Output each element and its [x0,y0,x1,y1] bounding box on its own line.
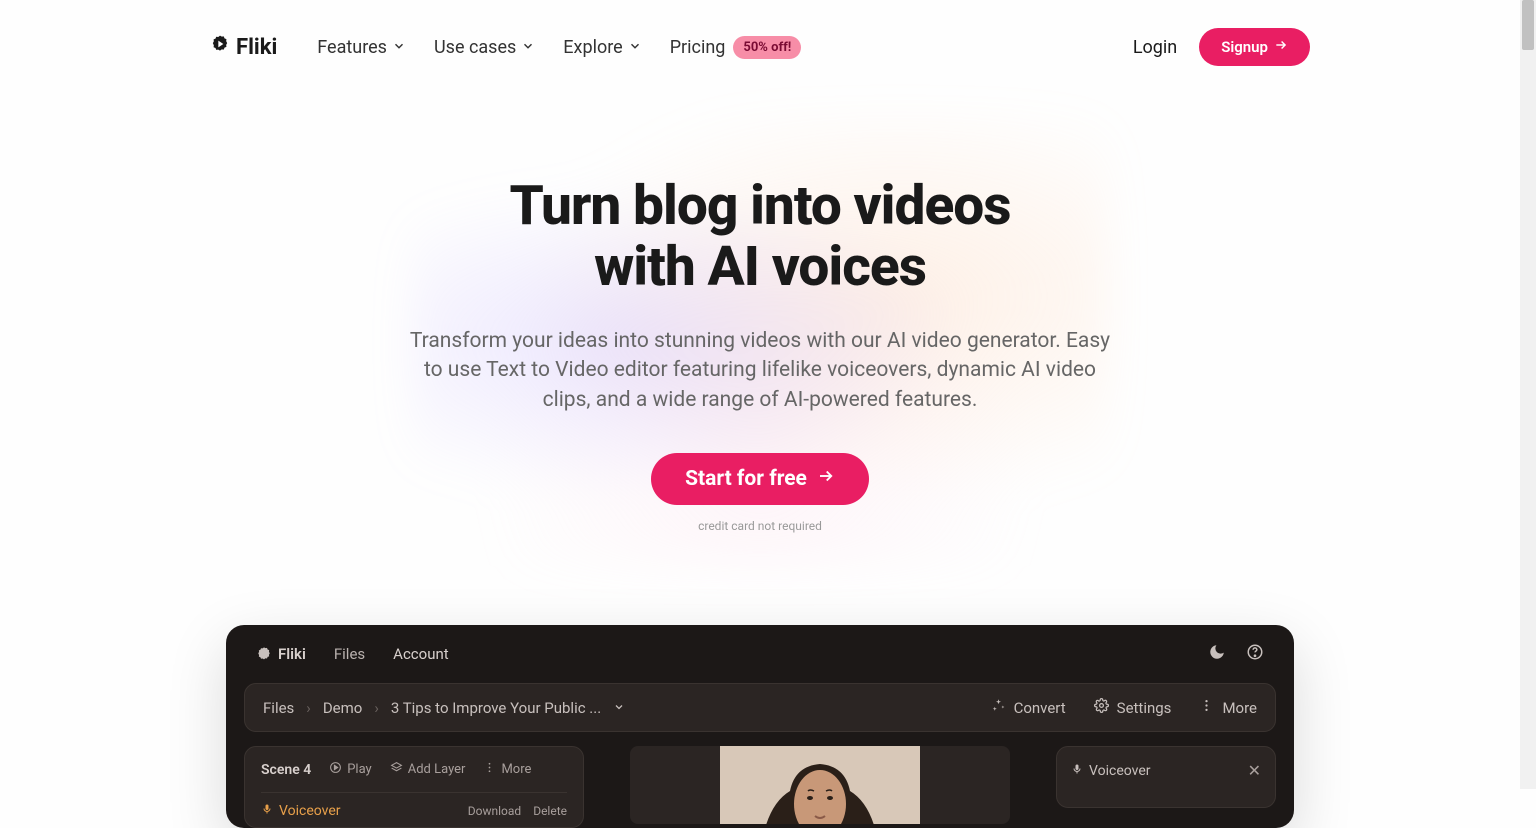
download-link[interactable]: Download [468,804,521,818]
logo-icon [210,34,230,60]
breadcrumb-file[interactable]: 3 Tips to Improve Your Public ... [391,699,601,717]
nav-features[interactable]: Features [317,37,406,58]
play-button[interactable]: Play [329,761,372,778]
chevron-down-icon [628,37,642,58]
person-image [720,746,920,824]
app-nav-files[interactable]: Files [334,645,365,663]
help-icon[interactable] [1246,643,1264,665]
dots-vertical-icon [483,761,496,778]
app-nav: Fliki Files Account [226,625,1294,683]
play-icon [329,761,342,778]
nav-pricing[interactable]: Pricing 50% off! [670,36,802,59]
toolbar-settings[interactable]: Settings [1094,698,1172,717]
voiceover-row: Voiceover Download Delete [261,792,567,819]
video-frame[interactable] [630,746,1010,824]
cta-note: credit card not required [0,519,1520,533]
app-preview: Fliki Files Account Files › Demo › 3 Tip… [226,625,1294,828]
scrollbar-thumb[interactable] [1522,0,1534,50]
add-layer-button[interactable]: Add Layer [390,761,466,778]
close-icon[interactable]: ✕ [1248,761,1261,780]
app-logo[interactable]: Fliki [256,645,306,663]
video-preview [600,746,1040,828]
site-header: Fliki Features Use cases Explore Pricing… [0,0,1520,66]
chevron-right-icon: › [374,699,379,717]
voiceover-panel: Voiceover ✕ [1056,746,1276,808]
breadcrumb-folder[interactable]: Demo [323,699,363,717]
chevron-down-icon [521,37,535,58]
main-nav: Features Use cases Explore Pricing 50% o… [317,36,801,59]
logo-icon [256,646,272,662]
toolbar-convert[interactable]: Convert [991,698,1066,717]
chevron-right-icon: › [306,699,311,717]
arrow-right-icon [817,467,835,491]
panel-more-button[interactable]: More [483,761,531,778]
dots-vertical-icon [1199,698,1214,717]
scrollbar[interactable] [1520,0,1536,789]
signup-button[interactable]: Signup [1199,28,1310,66]
mic-icon [1071,763,1083,779]
layers-icon [390,761,403,778]
login-button[interactable]: Login [1133,37,1177,58]
gear-icon [1094,698,1109,717]
voiceover-label[interactable]: Voiceover [261,803,340,819]
scene-panel: Scene 4 Play Add Layer More [244,746,584,828]
voiceover-panel-label: Voiceover [1071,763,1150,779]
nav-explore[interactable]: Explore [563,37,641,58]
breadcrumb: Files › Demo › 3 Tips to Improve Your Pu… [263,699,625,717]
hero-subtitle: Transform your ideas into stunning video… [400,327,1120,415]
app-nav-account[interactable]: Account [393,645,449,663]
pricing-badge: 50% off! [733,36,801,59]
toolbar-more[interactable]: More [1199,698,1257,717]
scene-label: Scene 4 [261,762,311,778]
cta-start-free-button[interactable]: Start for free [651,453,869,505]
chevron-down-icon[interactable] [613,699,625,717]
app-panels: Scene 4 Play Add Layer More [226,732,1294,828]
sparkle-icon [991,698,1006,717]
mic-icon [261,803,273,819]
logo[interactable]: Fliki [210,34,277,60]
breadcrumb-root[interactable]: Files [263,699,294,717]
hero-section: Turn blog into videos with AI voices Tra… [0,66,1520,533]
moon-icon[interactable] [1208,643,1226,665]
delete-link[interactable]: Delete [533,804,567,818]
nav-use-cases[interactable]: Use cases [434,37,535,58]
hero-title: Turn blog into videos with AI voices [0,176,1520,297]
nav-right: Login Signup [1133,28,1310,66]
chevron-down-icon [392,37,406,58]
logo-text: Fliki [236,35,277,60]
app-toolbar: Files › Demo › 3 Tips to Improve Your Pu… [244,683,1276,732]
arrow-right-icon [1274,38,1288,56]
